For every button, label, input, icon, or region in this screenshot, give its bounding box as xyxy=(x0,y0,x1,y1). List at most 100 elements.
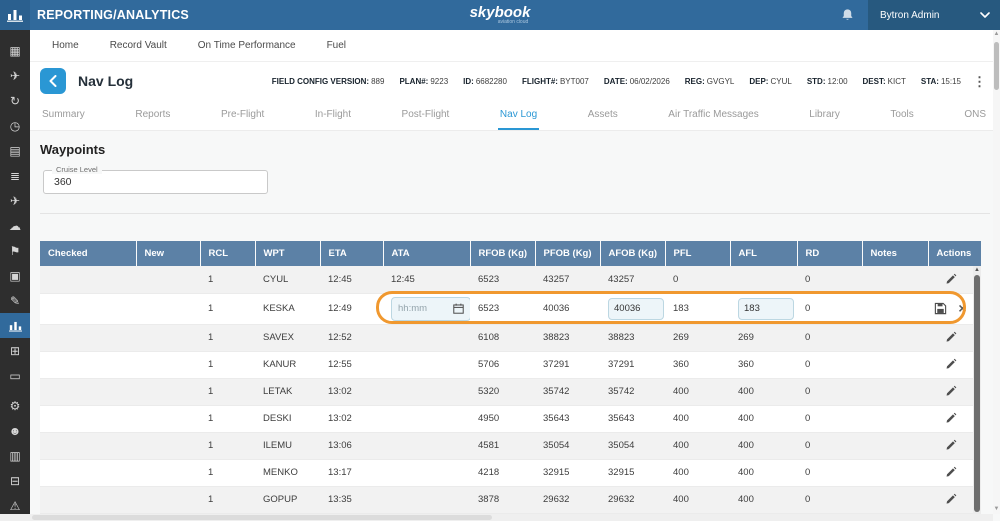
tab-pre-flight[interactable]: Pre-Flight xyxy=(219,100,266,130)
tab-reports[interactable]: Reports xyxy=(133,100,172,130)
edit-row-button[interactable] xyxy=(942,491,959,508)
tab-assets[interactable]: Assets xyxy=(586,100,620,130)
edit-row-button[interactable] xyxy=(942,437,959,454)
tab-in-flight[interactable]: In-Flight xyxy=(313,100,353,130)
sidebar-item-data-table[interactable]: ⊞ xyxy=(0,338,30,363)
cell-actions xyxy=(928,324,973,352)
tab-library[interactable]: Library xyxy=(807,100,842,130)
sidebar-item-crew-forms[interactable]: ≣ xyxy=(0,163,30,188)
cell-new xyxy=(136,324,200,352)
cell-checked xyxy=(40,486,136,514)
edit-row-button[interactable] xyxy=(942,410,959,427)
cell-pfob: 35643 xyxy=(535,405,600,433)
cell-ata xyxy=(383,486,470,514)
afl-input[interactable]: 183 xyxy=(738,297,794,320)
cell-pfl: 400 xyxy=(665,486,730,514)
ata-time-input[interactable]: hh:mm xyxy=(391,296,471,321)
cruise-level-value: 360 xyxy=(54,176,72,188)
tab-air-traffic-messages[interactable]: Air Traffic Messages xyxy=(666,100,760,130)
col-header-checked: Checked xyxy=(40,241,136,266)
col-header-rcl: RCL xyxy=(199,241,255,266)
page-scroll-up-icon: ▲ xyxy=(993,31,1000,37)
back-button[interactable] xyxy=(40,68,66,94)
edit-row-button[interactable] xyxy=(942,464,959,481)
cell-eta: 12:45 xyxy=(320,266,383,294)
cell-afl: 360 xyxy=(730,351,797,379)
table-scrollbar[interactable]: ▲ xyxy=(973,266,981,514)
sidebar-item-devices[interactable]: ⊟ xyxy=(0,468,30,493)
table-scrollbar-thumb[interactable] xyxy=(974,275,980,512)
section-divider xyxy=(40,213,990,214)
sidebar-item-flight[interactable]: ✈ xyxy=(0,63,30,88)
nav-item-home[interactable]: Home xyxy=(52,40,79,51)
sidebar-item-reporting-analytics[interactable] xyxy=(0,313,30,338)
sidebar-item-flight-sync[interactable]: ↻ xyxy=(0,88,30,113)
sidebar-item-briefing-board[interactable]: ▤ xyxy=(0,138,30,163)
pencil-icon xyxy=(944,385,957,398)
cell-checked xyxy=(40,378,136,406)
flight-info-value: BYT007 xyxy=(559,76,589,86)
devices-icon: ⊟ xyxy=(9,473,21,488)
calendar-icon[interactable] xyxy=(453,303,464,314)
edit-row-button[interactable] xyxy=(942,356,959,373)
edit-row-button[interactable] xyxy=(942,383,959,400)
crew-forms-icon: ≣ xyxy=(9,168,21,183)
sidebar-item-flight-routes[interactable]: ✈ xyxy=(0,188,30,213)
flight-info-dep: DEP: CYUL xyxy=(749,77,791,86)
sidebar-item-compose-edit[interactable]: ✎ xyxy=(0,288,30,313)
cell-checked xyxy=(40,293,136,325)
documents-icon: ▥ xyxy=(9,448,21,463)
nav-item-on-time-performance[interactable]: On Time Performance xyxy=(198,40,296,51)
sidebar-item-weather[interactable]: ☁ xyxy=(0,213,30,238)
cell-actions xyxy=(928,266,973,294)
page-horizontal-scrollbar[interactable] xyxy=(0,514,993,521)
edit-row-button[interactable] xyxy=(942,271,959,288)
cell-pfl: 269 xyxy=(665,324,730,352)
flight-info-label: FLIGHT#: xyxy=(521,76,558,86)
cruise-level-field[interactable]: Cruise Level 360 xyxy=(43,165,268,194)
cell-pfob: 40036 xyxy=(535,293,600,325)
notifications-button[interactable] xyxy=(832,0,862,30)
tab-post-flight[interactable]: Post-Flight xyxy=(400,100,452,130)
nav-item-fuel[interactable]: Fuel xyxy=(327,40,346,51)
afob-input[interactable]: 40036 xyxy=(608,297,664,320)
waypoints-table-wrap: Checked New RCL WPT ETA ATA RFOB (Kg) PFOB (Kg)… xyxy=(40,241,981,514)
cell-new xyxy=(136,378,200,406)
tab-tools[interactable]: Tools xyxy=(888,100,915,130)
sidebar-item-user-profile[interactable]: ☻ xyxy=(0,418,30,443)
col-header-rfob-kg-: RFOB (Kg) xyxy=(469,241,535,266)
flight-info-value: 15:15 xyxy=(940,76,961,86)
sidebar-item-world-clock[interactable]: ◷ xyxy=(0,113,30,138)
sidebar-item-documents[interactable]: ▥ xyxy=(0,443,30,468)
sidebar-item-apps-grid[interactable]: ▦ xyxy=(0,38,30,63)
sidebar-item-gallery-frame[interactable]: ▣ xyxy=(0,263,30,288)
sidebar-item-settings-gears[interactable]: ⚙ xyxy=(0,393,30,418)
kebab-menu-icon[interactable]: ⋮ xyxy=(969,75,990,88)
cell-afob: 35054 xyxy=(600,432,665,460)
cancel-edit-button[interactable]: × xyxy=(956,299,968,318)
cell-checked xyxy=(40,405,136,433)
app-logo[interactable] xyxy=(0,0,30,30)
page-vertical-scrollbar[interactable]: ▲ ▼ xyxy=(993,30,1000,514)
cell-rcl: 1 xyxy=(200,351,255,379)
page-horizontal-thumb[interactable] xyxy=(32,515,492,520)
cell-notes xyxy=(862,432,928,460)
cell-new xyxy=(136,351,200,379)
account-menu[interactable]: Bytron Admin xyxy=(868,0,1000,30)
cell-new xyxy=(136,405,200,433)
tab-summary[interactable]: Summary xyxy=(40,100,87,130)
tab-ons[interactable]: ONS xyxy=(962,100,988,130)
cell-afob: 38823 xyxy=(600,324,665,352)
sidebar-item-monitor[interactable]: ▭ xyxy=(0,363,30,388)
tab-nav-log[interactable]: Nav Log xyxy=(497,100,540,130)
sidebar-item-pinned-flag[interactable]: ⚑ xyxy=(0,238,30,263)
edit-row-button[interactable] xyxy=(942,329,959,346)
nav-item-record-vault[interactable]: Record Vault xyxy=(110,40,167,51)
cell-actions xyxy=(928,378,973,406)
col-header-notes: Notes xyxy=(861,241,928,266)
save-row-button[interactable] xyxy=(932,300,949,317)
cell-checked xyxy=(40,324,136,352)
flight-info-value: KICT xyxy=(887,76,906,86)
page-vertical-thumb[interactable] xyxy=(994,42,999,90)
flight-info-bar: FIELD CONFIG VERSION: 889 PLAN#: 9223 ID: 668… xyxy=(272,77,969,86)
